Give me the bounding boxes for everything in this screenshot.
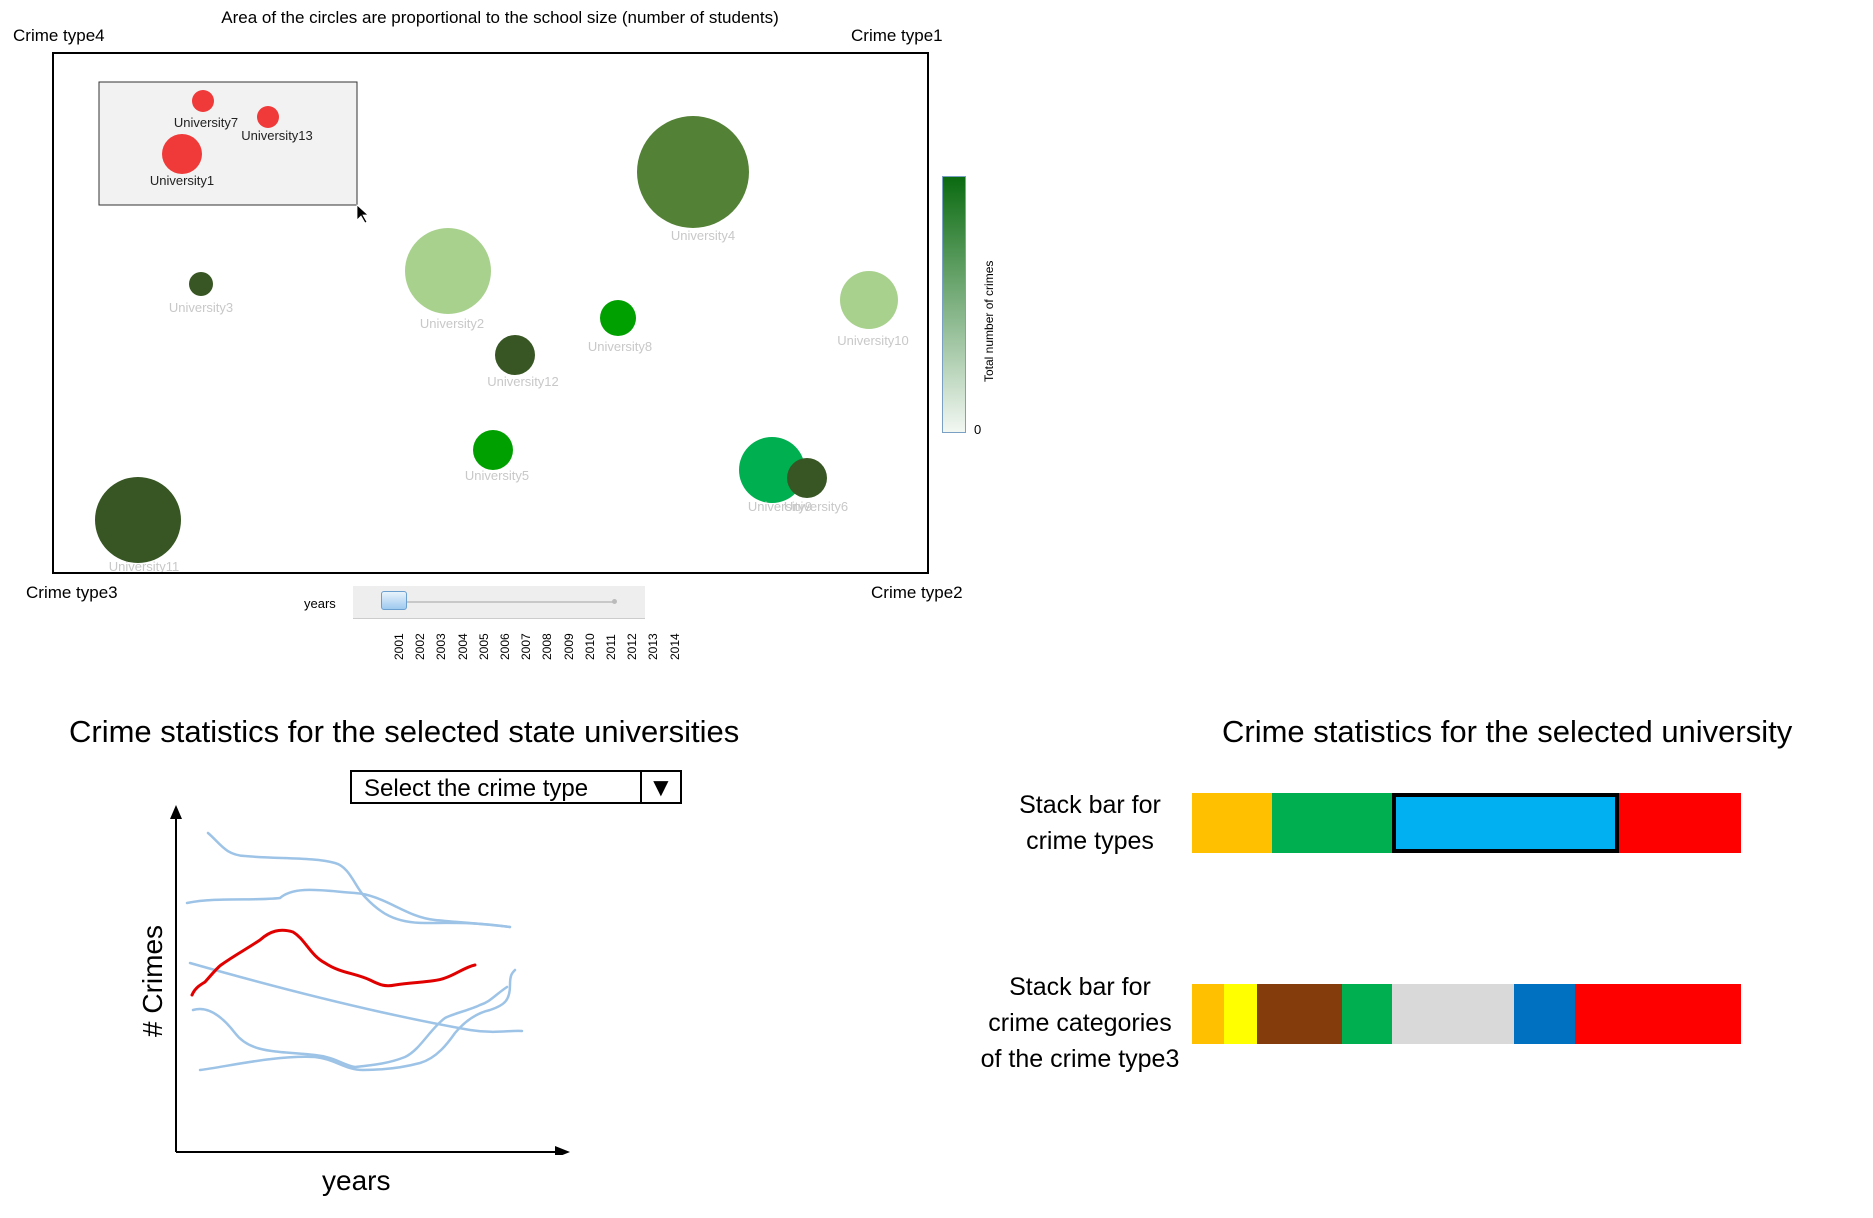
bubble-university1[interactable]	[162, 134, 202, 174]
corner-label-bottom-right: Crime type2	[871, 583, 963, 602]
stack-bar-2-label-line3: of the crime type3	[980, 1045, 1180, 1073]
stack-bar-1-label-line2: crime types	[1026, 827, 1154, 855]
label-university10: University10	[837, 333, 909, 348]
corner-label-top-left: Crime type4	[13, 26, 105, 45]
label-university11: University11	[109, 559, 180, 572]
label-university7: University7	[174, 115, 238, 130]
y-axis-arrow-icon	[170, 805, 182, 819]
bubble-university6[interactable]	[787, 458, 827, 498]
stack-bar-2-label-line1: Stack bar for	[1009, 973, 1151, 1001]
stack-bar-1-label: Stack bar for crime types	[980, 787, 1200, 859]
selection-rectangle[interactable]	[98, 81, 358, 206]
legend-min-label: 0	[974, 422, 982, 437]
bubble-university10[interactable]	[840, 271, 898, 329]
label-university12: University12	[487, 374, 559, 389]
bubble-plot[interactable]: University7 University13 University1 Uni…	[52, 52, 929, 574]
bubble-university7[interactable]	[192, 90, 214, 112]
left-panel-title: Crime statistics for the selected state …	[69, 714, 740, 749]
bubble-university5[interactable]	[473, 430, 513, 470]
year-tick-2014[interactable]: 2014	[668, 633, 682, 660]
year-tick-2009[interactable]: 2009	[562, 633, 576, 660]
label-university13: University13	[241, 128, 313, 143]
legend-gradient-bar	[942, 176, 966, 433]
stack-bar-crime-categories[interactable]	[1192, 984, 1741, 1044]
y-axis-label: # Crimes	[137, 924, 168, 1037]
crime-type-segment-2[interactable]	[1272, 793, 1392, 853]
bubble-svg: University7 University13 University1 Uni…	[95, 81, 909, 572]
stack-bar-1-label-line1: Stack bar for	[1019, 791, 1161, 819]
crime-category-segment-3[interactable]	[1256, 984, 1343, 1044]
crime-category-segment-7[interactable]	[1574, 984, 1741, 1044]
year-tick-2012[interactable]: 2012	[625, 633, 639, 660]
slider-track	[381, 601, 613, 603]
crime-line-chart	[170, 805, 570, 1155]
select-label: Select the crime type	[364, 775, 589, 802]
year-tick-2003[interactable]: 2003	[434, 633, 448, 660]
legend-title: Total number of crimes	[982, 260, 996, 382]
bubble-university2[interactable]	[405, 228, 491, 314]
bubble-university8[interactable]	[600, 300, 636, 336]
line-series-2[interactable]	[185, 888, 512, 929]
bubble-university3[interactable]	[189, 272, 213, 296]
crime-category-segment-4[interactable]	[1342, 984, 1393, 1044]
crime-category-segment-2[interactable]	[1224, 984, 1257, 1044]
year-tick-2004[interactable]: 2004	[456, 633, 470, 660]
line-series-1[interactable]	[206, 831, 512, 929]
year-slider[interactable]	[353, 586, 645, 619]
bubble-university11[interactable]	[95, 477, 181, 563]
label-university6: University6	[784, 499, 848, 514]
crime-type-select[interactable]: Select the crime type ▼	[350, 770, 682, 804]
label-university2: University2	[420, 316, 484, 331]
year-tick-2010[interactable]: 2010	[583, 633, 597, 660]
x-axis-arrow-icon	[555, 1146, 570, 1155]
year-tick-2008[interactable]: 2008	[540, 633, 554, 660]
label-university8: University8	[588, 339, 652, 354]
x-axis-label: years	[322, 1165, 391, 1196]
stack-bar-2-label: Stack bar for crime categories of the cr…	[960, 969, 1200, 1077]
year-ticks: 2001 2002 2003 2004 2005 2006 2007 2008 2009 2010…	[392, 633, 682, 661]
chart-caption: Area of the circles are proportional to …	[221, 8, 779, 27]
crime-category-segment-6[interactable]	[1513, 984, 1575, 1044]
bubble-university4[interactable]	[637, 116, 749, 228]
stack-bar-crime-types[interactable]	[1192, 793, 1741, 853]
dropdown-arrow-icon[interactable]: ▼	[648, 772, 674, 803]
mouse-cursor-icon	[356, 204, 370, 224]
slider-handle[interactable]	[381, 591, 407, 610]
corner-label-top-right: Crime type1	[851, 26, 943, 45]
year-tick-2005[interactable]: 2005	[477, 633, 491, 660]
select-divider	[640, 772, 642, 802]
year-tick-2007[interactable]: 2007	[519, 633, 533, 660]
slider-label: years	[304, 596, 336, 611]
corner-label-bottom-left: Crime type3	[26, 583, 118, 602]
crime-category-segment-1[interactable]	[1192, 984, 1225, 1044]
year-tick-2002[interactable]: 2002	[413, 633, 427, 660]
crime-type-segment-3[interactable]	[1391, 793, 1620, 853]
bubble-university12[interactable]	[495, 335, 535, 375]
label-university3: University3	[169, 300, 233, 315]
crime-category-segment-5[interactable]	[1392, 984, 1514, 1044]
line-series-3[interactable]	[188, 961, 524, 1034]
slider-end-dot	[612, 599, 617, 604]
highlighted-line-series[interactable]	[190, 928, 477, 997]
label-university4: University4	[671, 228, 735, 243]
label-university1: University1	[150, 173, 214, 188]
stack-bar-2-label-line2: crime categories	[988, 1009, 1172, 1037]
label-university5: University5	[465, 468, 529, 483]
bubble-university13[interactable]	[257, 106, 279, 128]
year-tick-2001[interactable]: 2001	[392, 633, 406, 660]
year-tick-2013[interactable]: 2013	[646, 633, 660, 660]
crime-type-segment-4[interactable]	[1619, 793, 1741, 853]
year-tick-2011[interactable]: 2011	[604, 634, 618, 660]
line-series-5[interactable]	[198, 968, 517, 1072]
crime-type-segment-1[interactable]	[1192, 793, 1273, 853]
year-tick-2006[interactable]: 2006	[498, 633, 512, 660]
right-panel-title: Crime statistics for the selected univer…	[1222, 714, 1793, 749]
